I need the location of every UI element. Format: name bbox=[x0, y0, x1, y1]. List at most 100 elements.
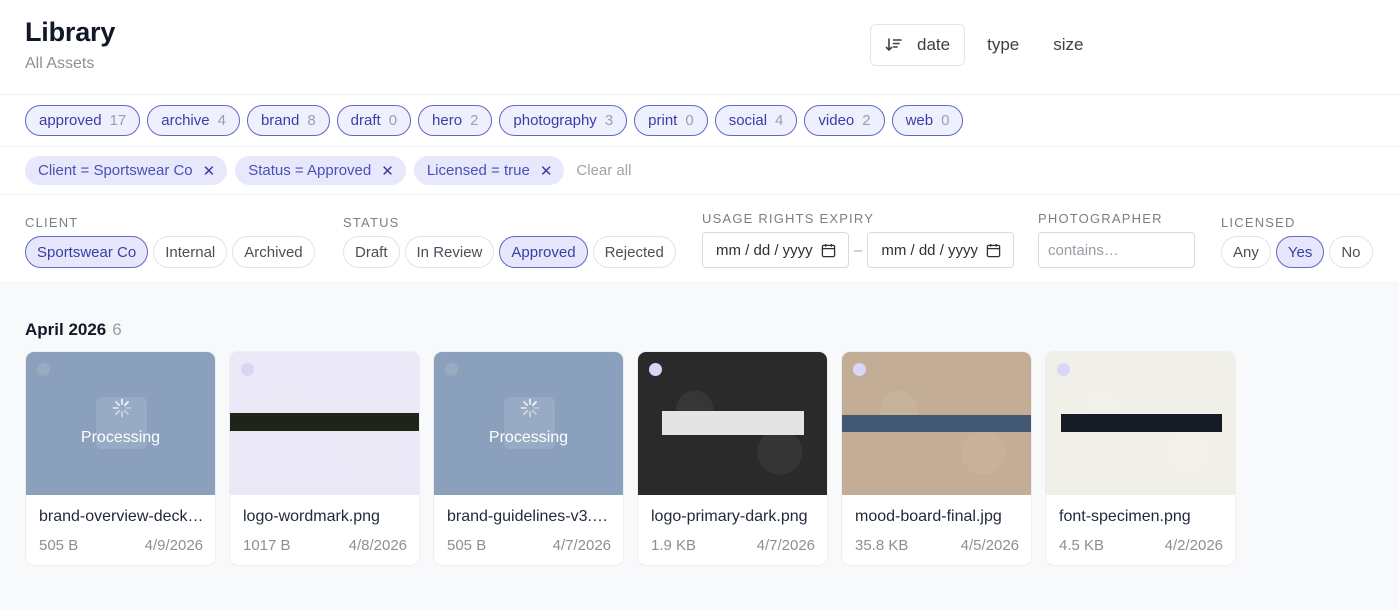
sort-descending-icon bbox=[885, 38, 902, 52]
active-filter-label: Licensed = true bbox=[426, 162, 530, 179]
tag-filter-video[interactable]: video 2 bbox=[804, 105, 885, 136]
select-checkbox[interactable] bbox=[1057, 363, 1070, 376]
status-option-in-review[interactable]: In Review bbox=[404, 236, 495, 268]
photographer-label: PHOTOGRAPHER bbox=[1038, 211, 1163, 226]
asset-date: 4/9/2026 bbox=[144, 537, 203, 554]
tag-filter-draft[interactable]: draft 0 bbox=[336, 105, 412, 136]
tag-count: 4 bbox=[217, 112, 226, 129]
tag-count: 8 bbox=[307, 112, 316, 129]
asset-date: 4/7/2026 bbox=[756, 537, 815, 554]
tag-label: archive bbox=[161, 112, 210, 129]
asset-size: 1017 B bbox=[243, 537, 291, 554]
status-option-draft[interactable]: Draft bbox=[343, 236, 400, 268]
calendar-icon bbox=[821, 243, 835, 257]
sort-controls: date type size bbox=[870, 24, 1083, 66]
sort-type-button[interactable]: type bbox=[987, 35, 1019, 55]
tag-filter-brand[interactable]: brand 8 bbox=[246, 105, 330, 136]
asset-card[interactable]: mood-board-final.jpg 35.8 KB 4/5/2026 bbox=[841, 351, 1032, 566]
asset-thumbnail[interactable] bbox=[1046, 352, 1235, 495]
licensed-option-no[interactable]: No bbox=[1329, 236, 1373, 268]
active-filter-chip: Client = Sportswear Co ✕ bbox=[25, 156, 228, 185]
asset-grid: Processing brand-overview-deck.pdf 505 B 4/… bbox=[25, 351, 1236, 566]
licensed-options: Any Yes No bbox=[1221, 236, 1373, 268]
asset-size: 505 B bbox=[447, 537, 487, 554]
client-option-sportswear-co[interactable]: Sportswear Co bbox=[25, 236, 149, 268]
asset-date: 4/2/2026 bbox=[1164, 537, 1223, 554]
clear-all-button[interactable]: Clear all bbox=[576, 162, 631, 179]
sort-date-label: date bbox=[917, 35, 951, 54]
tag-filter-archive[interactable]: archive 4 bbox=[147, 105, 240, 136]
expiry-to-placeholder: mm / dd / yyyy bbox=[881, 241, 979, 259]
select-checkbox[interactable] bbox=[445, 363, 458, 376]
thumbnail-preview-bar bbox=[842, 415, 1031, 432]
asset-size: 4.5 KB bbox=[1059, 537, 1105, 554]
date-range-separator: – bbox=[854, 241, 863, 259]
remove-filter-icon[interactable]: ✕ bbox=[540, 162, 553, 180]
page-title: Library bbox=[25, 17, 116, 47]
tag-filter-approved[interactable]: approved 17 bbox=[25, 105, 141, 136]
asset-card[interactable]: Processing brand-guidelines-v3.pdf 505 B 4/… bbox=[433, 351, 624, 566]
tag-label: photography bbox=[513, 112, 597, 129]
select-checkbox[interactable] bbox=[241, 363, 254, 376]
status-option-rejected[interactable]: Rejected bbox=[592, 236, 676, 268]
asset-grid-area: April 2026 6 Processing brand-overview-dec… bbox=[0, 281, 1399, 610]
photographer-filter: PHOTOGRAPHER bbox=[1038, 211, 1195, 268]
client-option-archived[interactable]: Archived bbox=[232, 236, 315, 268]
page-subtitle: All Assets bbox=[25, 55, 95, 72]
remove-filter-icon[interactable]: ✕ bbox=[381, 162, 394, 180]
asset-card[interactable]: logo-wordmark.png 1017 B 4/8/2026 bbox=[229, 351, 420, 566]
active-filter-label: Client = Sportswear Co bbox=[38, 162, 193, 179]
asset-filename: brand-guidelines-v3.pdf bbox=[447, 508, 612, 525]
asset-date: 4/8/2026 bbox=[348, 537, 407, 554]
asset-card[interactable]: font-specimen.png 4.5 KB 4/2/2026 bbox=[1045, 351, 1236, 566]
licensed-option-any[interactable]: Any bbox=[1221, 236, 1271, 268]
calendar-icon bbox=[986, 243, 1001, 257]
remove-filter-icon[interactable]: ✕ bbox=[203, 162, 216, 180]
asset-thumbnail[interactable] bbox=[842, 352, 1031, 495]
tag-label: print bbox=[648, 112, 678, 129]
asset-filename: brand-overview-deck.pdf bbox=[39, 508, 204, 525]
asset-filename: mood-board-final.jpg bbox=[855, 508, 1002, 525]
client-filter-label: CLIENT bbox=[25, 215, 79, 230]
tag-filter-photography[interactable]: photography 3 bbox=[499, 105, 628, 136]
client-options: Sportswear Co Internal Archived bbox=[25, 236, 315, 268]
asset-date: 4/5/2026 bbox=[960, 537, 1019, 554]
licensed-option-yes[interactable]: Yes bbox=[1275, 236, 1325, 268]
select-checkbox[interactable] bbox=[853, 363, 866, 376]
licensed-label: LICENSED bbox=[1221, 215, 1296, 230]
tag-count: 2 bbox=[470, 112, 479, 129]
client-filter: CLIENT Sportswear Co Internal Archived bbox=[25, 215, 315, 268]
sort-size-button[interactable]: size bbox=[1053, 35, 1083, 55]
asset-thumbnail[interactable]: Processing bbox=[26, 352, 215, 495]
asset-card[interactable]: Processing brand-overview-deck.pdf 505 B 4/… bbox=[25, 351, 216, 566]
select-checkbox[interactable] bbox=[37, 363, 50, 376]
asset-thumbnail[interactable] bbox=[230, 352, 419, 495]
tag-count: 4 bbox=[775, 112, 784, 129]
active-filter-chip: Status = Approved ✕ bbox=[235, 156, 406, 185]
client-option-internal[interactable]: Internal bbox=[153, 236, 228, 268]
tag-filter-print[interactable]: print 0 bbox=[634, 105, 708, 136]
active-filters-row: Client = Sportswear Co ✕ Status = Approved… bbox=[0, 147, 1399, 195]
asset-thumbnail[interactable]: Processing bbox=[434, 352, 623, 495]
tag-count: 0 bbox=[388, 112, 398, 129]
select-checkbox[interactable] bbox=[649, 363, 662, 376]
expiry-to-input[interactable]: mm / dd / yyyy bbox=[867, 232, 1015, 268]
active-filter-chip: Licensed = true ✕ bbox=[413, 156, 565, 185]
filter-panel: CLIENT Sportswear Co Internal Archived STA… bbox=[0, 195, 1399, 281]
tag-filter-web[interactable]: web 0 bbox=[891, 105, 964, 136]
sort-date-button[interactable]: date bbox=[870, 24, 966, 66]
tag-filter-social[interactable]: social 4 bbox=[714, 105, 798, 136]
asset-thumbnail[interactable] bbox=[638, 352, 827, 495]
processing-status: Processing bbox=[488, 429, 569, 446]
asset-card[interactable]: logo-primary-dark.png 1.9 KB 4/7/2026 bbox=[637, 351, 828, 566]
month-group-header: April 2026 6 bbox=[25, 320, 122, 340]
thumbnail-preview-bar bbox=[662, 411, 804, 435]
status-option-approved[interactable]: Approved bbox=[499, 236, 588, 268]
usage-rights-label: USAGE RIGHTS EXPIRY bbox=[702, 211, 875, 226]
tag-label: approved bbox=[39, 112, 102, 129]
expiry-from-input[interactable]: mm / dd / yyyy bbox=[702, 232, 849, 268]
thumbnail-preview-bar bbox=[1061, 414, 1222, 432]
tag-filter-hero[interactable]: hero 2 bbox=[418, 105, 493, 136]
tag-label: social bbox=[728, 112, 768, 129]
photographer-input[interactable] bbox=[1038, 232, 1195, 268]
